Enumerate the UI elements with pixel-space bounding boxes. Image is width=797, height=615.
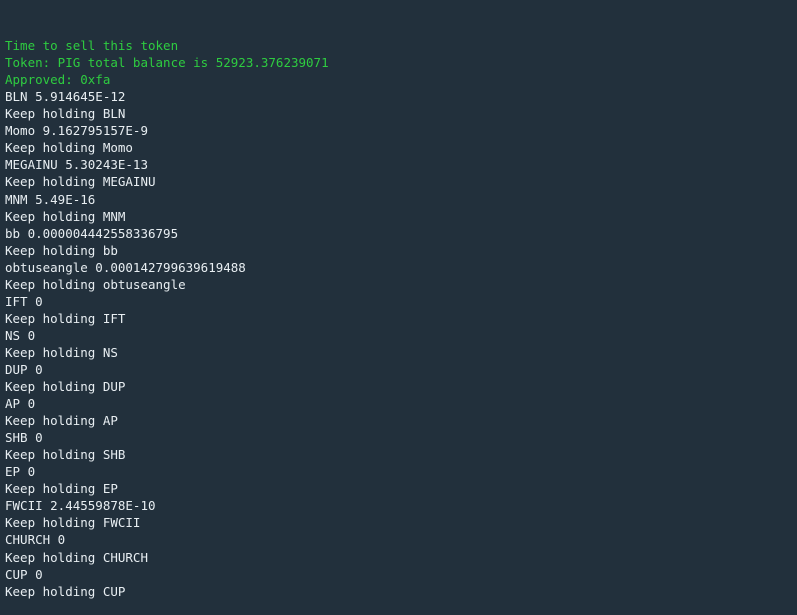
log-line: Keep holding CUP	[5, 583, 126, 599]
log-line: IFT 0	[5, 293, 43, 309]
log-line: bb 0.000004442558336795	[5, 225, 179, 241]
log-line: Keep holding Momo	[5, 140, 133, 156]
log-line-list: Time to sell this token Token: PIG total …	[5, 37, 797, 600]
log-line: NS 0	[5, 327, 36, 343]
log-line: Keep holding NS	[5, 344, 118, 360]
log-line: Keep holding CHURCH	[5, 549, 148, 565]
log-line: obtuseangle 0.000142799639619488	[5, 259, 246, 275]
log-line: MNM 5.49E-16	[5, 191, 96, 207]
log-line: Keep holding MNM	[5, 208, 126, 224]
log-line: Time to sell this token	[5, 38, 179, 54]
log-line: DUP 0	[5, 361, 43, 377]
log-line: Momo 9.162795157E-9	[5, 123, 148, 139]
log-line: MEGAINU 5.30243E-13	[5, 157, 148, 173]
terminal-console-output[interactable]: Time to sell this token Token: PIG total …	[0, 0, 797, 615]
log-line: Keep holding FWCII	[5, 515, 141, 531]
log-line: SHB 0	[5, 430, 43, 446]
log-line: EP 0	[5, 464, 36, 480]
log-line: Keep holding EP	[5, 481, 118, 497]
log-line: Keep holding bb	[5, 242, 118, 258]
log-line: CUP 0	[5, 566, 43, 582]
log-line: CHURCH 0	[5, 532, 66, 548]
log-line: Keep holding SHB	[5, 447, 126, 463]
log-line: AP 0	[5, 396, 36, 412]
log-line: Keep holding obtuseangle	[5, 276, 186, 292]
log-line: BLN 5.914645E-12	[5, 89, 126, 105]
log-line: Keep holding DUP	[5, 379, 126, 395]
log-line: Keep holding MEGAINU	[5, 174, 156, 190]
log-line: Approved: 0xfa	[5, 72, 111, 88]
log-line: Token: PIG total balance is 52923.376239…	[5, 55, 329, 71]
log-line: Keep holding BLN	[5, 106, 126, 122]
log-line: FWCII 2.44559878E-10	[5, 498, 156, 514]
log-line: Keep holding IFT	[5, 310, 126, 326]
log-line: Keep holding AP	[5, 413, 118, 429]
